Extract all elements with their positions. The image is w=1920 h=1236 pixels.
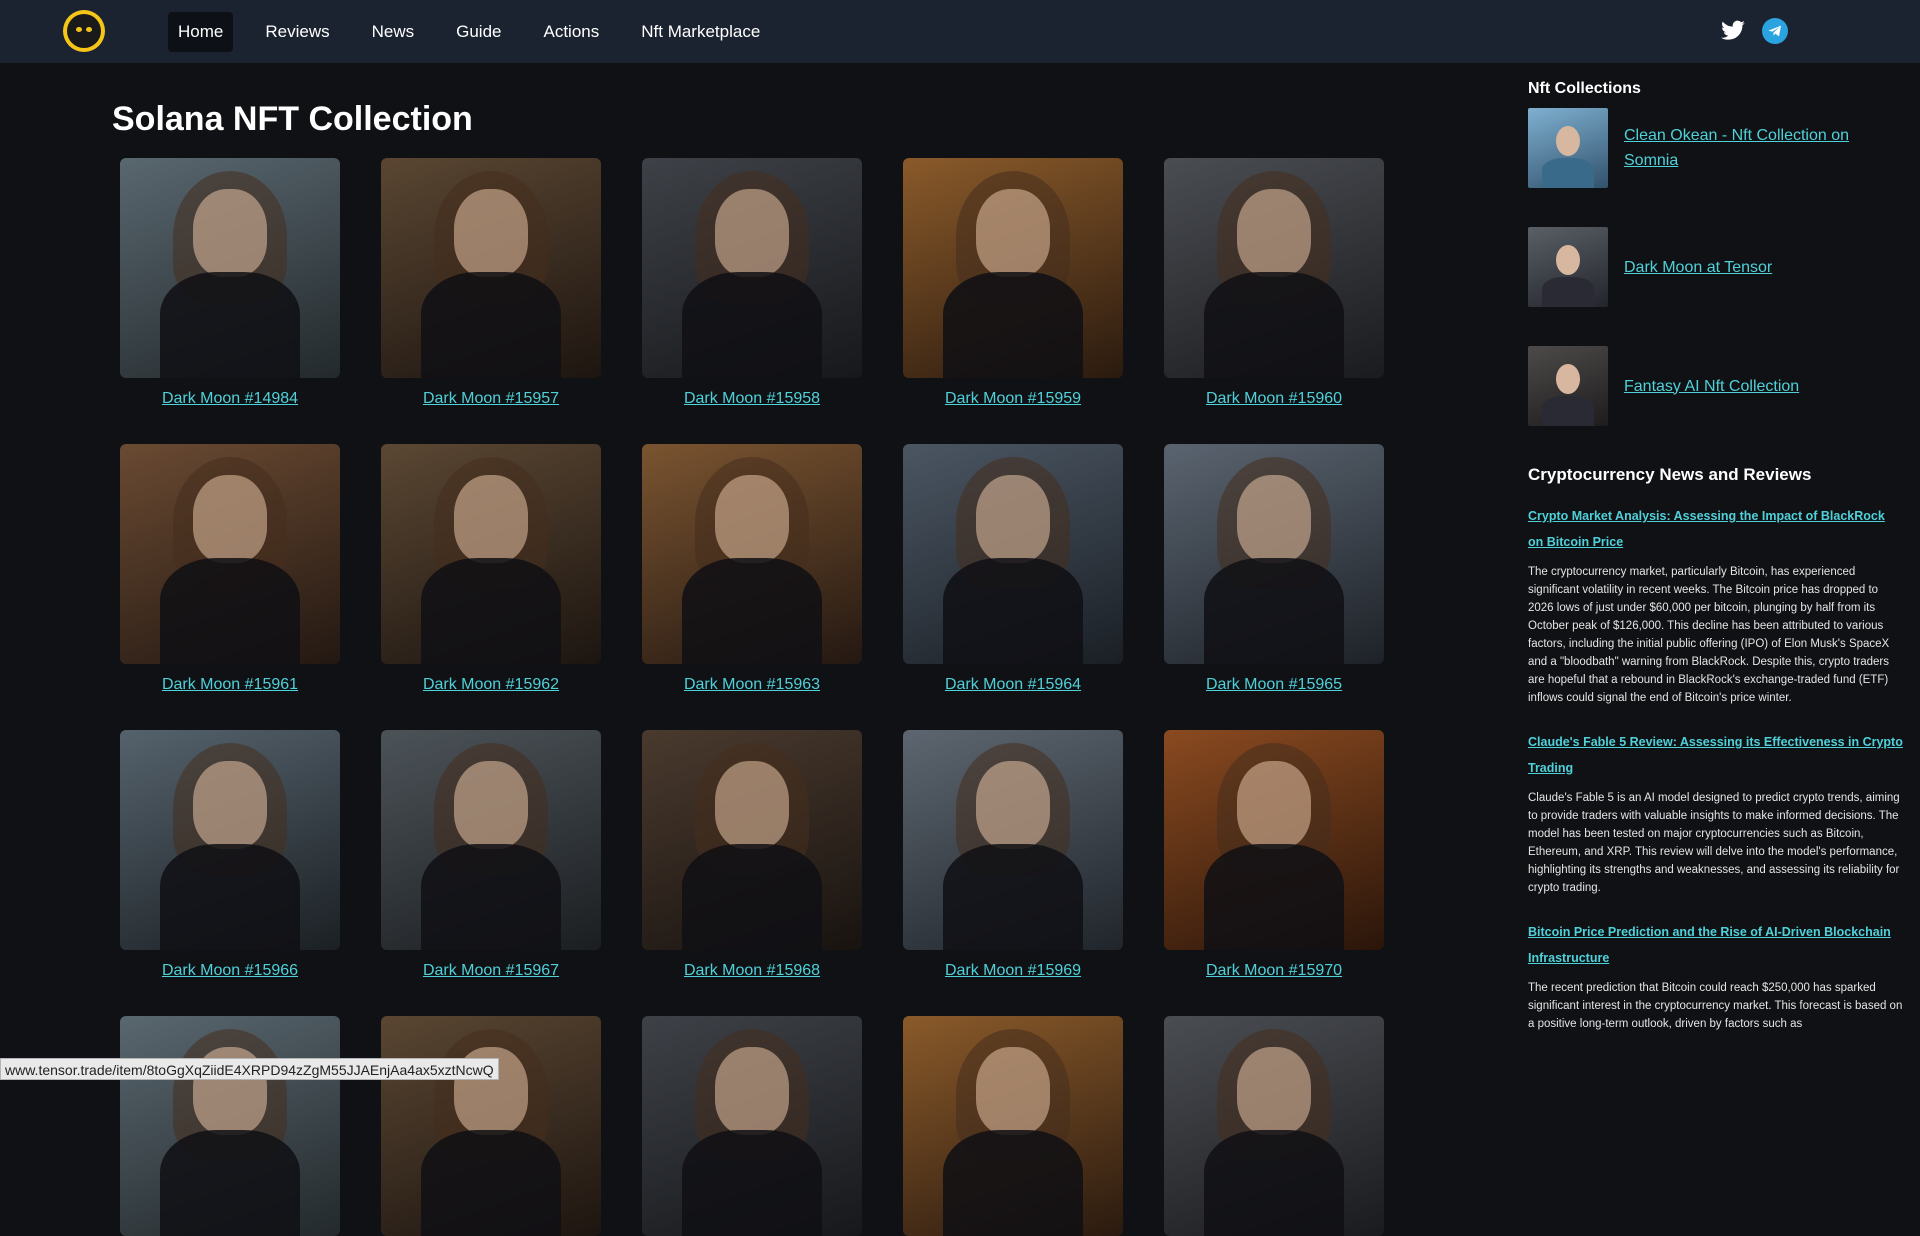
article-excerpt: Claude's Fable 5 is an AI model designed… [1528, 789, 1903, 897]
nft-card: Dark Moon #15969 [903, 730, 1123, 980]
nft-title-link[interactable]: Dark Moon #15966 [120, 962, 340, 980]
nft-card: Dark Moon #15958 [642, 158, 862, 408]
collection-thumbnail[interactable] [1528, 108, 1608, 188]
nft-title-link[interactable]: Dark Moon #15959 [903, 390, 1123, 408]
nft-image[interactable] [642, 730, 862, 950]
nft-card: Dark Moon #15966 [120, 730, 340, 980]
nft-title-link[interactable]: Dark Moon #15961 [120, 676, 340, 694]
nft-card: Dark Moon #15967 [381, 730, 601, 980]
sidebar: Nft Collections Clean Okean - Nft Collec… [1528, 80, 1903, 1055]
link-status-bar: www.tensor.trade/item/8toGgXqZiidE4XRPD9… [0, 1058, 499, 1080]
article-excerpt: The recent prediction that Bitcoin could… [1528, 979, 1903, 1033]
cat-face-icon [67, 14, 101, 48]
nft-card: Dark Moon #15957 [381, 158, 601, 408]
top-navbar: Home Reviews News Guide Actions Nft Mark… [0, 0, 1920, 63]
nft-card [120, 1016, 340, 1236]
article-excerpt: The cryptocurrency market, particularly … [1528, 563, 1903, 707]
nft-card [903, 1016, 1123, 1236]
nft-title-link[interactable]: Dark Moon #15960 [1164, 390, 1384, 408]
collection-item: Fantasy AI Nft Collection [1528, 346, 1903, 426]
nft-image[interactable] [1164, 730, 1384, 950]
nft-card [642, 1016, 862, 1236]
nft-image[interactable] [903, 444, 1123, 664]
collection-item: Clean Okean - Nft Collection on Somnia [1528, 108, 1903, 188]
nft-title-link[interactable]: Dark Moon #15964 [903, 676, 1123, 694]
nft-title-link[interactable]: Dark Moon #15970 [1164, 962, 1384, 980]
nft-card: Dark Moon #15964 [903, 444, 1123, 694]
main-nav: Home Reviews News Guide Actions Nft Mark… [168, 12, 792, 52]
news-article: Claude's Fable 5 Review: Assessing its E… [1528, 729, 1903, 897]
nft-image[interactable] [120, 1016, 340, 1236]
telegram-icon[interactable] [1762, 18, 1788, 44]
nft-title-link[interactable]: Dark Moon #15963 [642, 676, 862, 694]
nft-image[interactable] [1164, 1016, 1384, 1236]
nft-card: Dark Moon #14984 [120, 158, 340, 408]
nft-title-link[interactable]: Dark Moon #15965 [1164, 676, 1384, 694]
nft-card: Dark Moon #15960 [1164, 158, 1384, 408]
news-heading: Cryptocurrency News and Reviews [1528, 465, 1903, 485]
collection-link[interactable]: Fantasy AI Nft Collection [1624, 374, 1799, 399]
nav-actions[interactable]: Actions [534, 12, 610, 52]
site-logo[interactable] [63, 10, 105, 52]
nft-image[interactable] [642, 444, 862, 664]
nft-image[interactable] [381, 158, 601, 378]
nft-image[interactable] [903, 158, 1123, 378]
collections-heading: Nft Collections [1528, 80, 1903, 98]
nav-nft-marketplace[interactable]: Nft Marketplace [631, 12, 770, 52]
collection-link[interactable]: Clean Okean - Nft Collection on Somnia [1624, 123, 1903, 173]
collection-thumbnail[interactable] [1528, 227, 1608, 307]
nft-image[interactable] [642, 158, 862, 378]
article-link[interactable]: Claude's Fable 5 Review: Assessing its E… [1528, 729, 1903, 781]
nft-card [1164, 1016, 1384, 1236]
twitter-icon[interactable] [1720, 18, 1746, 44]
nft-title-link[interactable]: Dark Moon #14984 [120, 390, 340, 408]
nav-reviews[interactable]: Reviews [255, 12, 339, 52]
nft-title-link[interactable]: Dark Moon #15968 [642, 962, 862, 980]
nft-image[interactable] [381, 1016, 601, 1236]
nav-home[interactable]: Home [168, 12, 233, 52]
nft-image[interactable] [381, 444, 601, 664]
nft-image[interactable] [1164, 444, 1384, 664]
nav-guide[interactable]: Guide [446, 12, 511, 52]
nft-image[interactable] [1164, 158, 1384, 378]
nft-title-link[interactable]: Dark Moon #15962 [381, 676, 601, 694]
nft-card: Dark Moon #15965 [1164, 444, 1384, 694]
nft-title-link[interactable]: Dark Moon #15957 [381, 390, 601, 408]
nav-news[interactable]: News [362, 12, 425, 52]
collection-thumbnail[interactable] [1528, 346, 1608, 426]
nft-image[interactable] [120, 730, 340, 950]
nft-title-link[interactable]: Dark Moon #15967 [381, 962, 601, 980]
nft-card: Dark Moon #15970 [1164, 730, 1384, 980]
nft-image[interactable] [642, 1016, 862, 1236]
article-link[interactable]: Crypto Market Analysis: Assessing the Im… [1528, 503, 1903, 555]
nft-card: Dark Moon #15962 [381, 444, 601, 694]
social-links [1720, 18, 1788, 44]
nft-card [381, 1016, 601, 1236]
nft-card: Dark Moon #15963 [642, 444, 862, 694]
nft-title-link[interactable]: Dark Moon #15958 [642, 390, 862, 408]
nft-image[interactable] [903, 1016, 1123, 1236]
news-article: Crypto Market Analysis: Assessing the Im… [1528, 503, 1903, 707]
news-article: Bitcoin Price Prediction and the Rise of… [1528, 919, 1903, 1033]
nft-card: Dark Moon #15968 [642, 730, 862, 980]
nft-card: Dark Moon #15959 [903, 158, 1123, 408]
nft-title-link[interactable]: Dark Moon #15969 [903, 962, 1123, 980]
nft-image[interactable] [120, 444, 340, 664]
nft-card: Dark Moon #15961 [120, 444, 340, 694]
nft-image[interactable] [903, 730, 1123, 950]
article-link[interactable]: Bitcoin Price Prediction and the Rise of… [1528, 919, 1903, 971]
collection-link[interactable]: Dark Moon at Tensor [1624, 255, 1772, 280]
nft-image[interactable] [381, 730, 601, 950]
nft-image[interactable] [120, 158, 340, 378]
page-title: Solana NFT Collection [112, 100, 473, 139]
collection-item: Dark Moon at Tensor [1528, 227, 1903, 307]
